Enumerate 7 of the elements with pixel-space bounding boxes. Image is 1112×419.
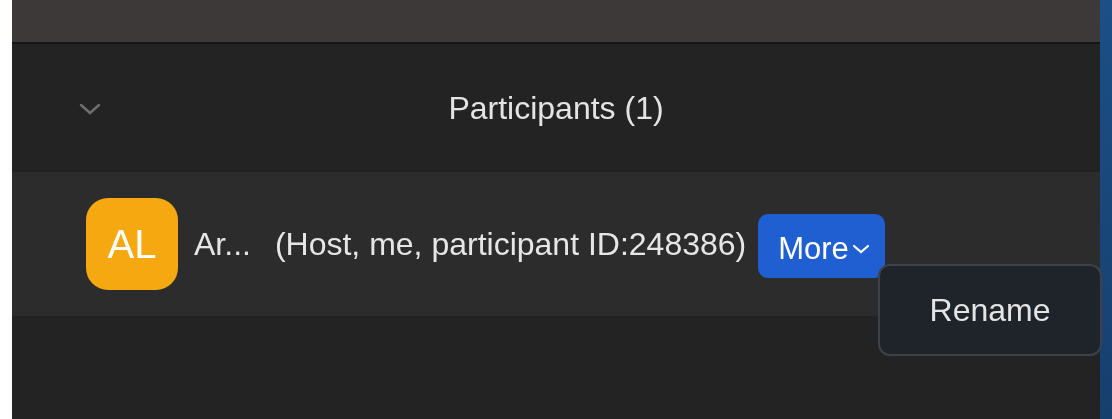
more-button[interactable]: More [758, 214, 885, 278]
chevron-icon[interactable] [78, 102, 102, 116]
caret-icon [850, 243, 871, 255]
panel-title: Participants (1) [448, 89, 664, 127]
avatar: AL [86, 198, 178, 290]
participant-details: (Host, me, participant ID:248386) [274, 225, 747, 263]
participant-name: Ar... [194, 225, 251, 263]
